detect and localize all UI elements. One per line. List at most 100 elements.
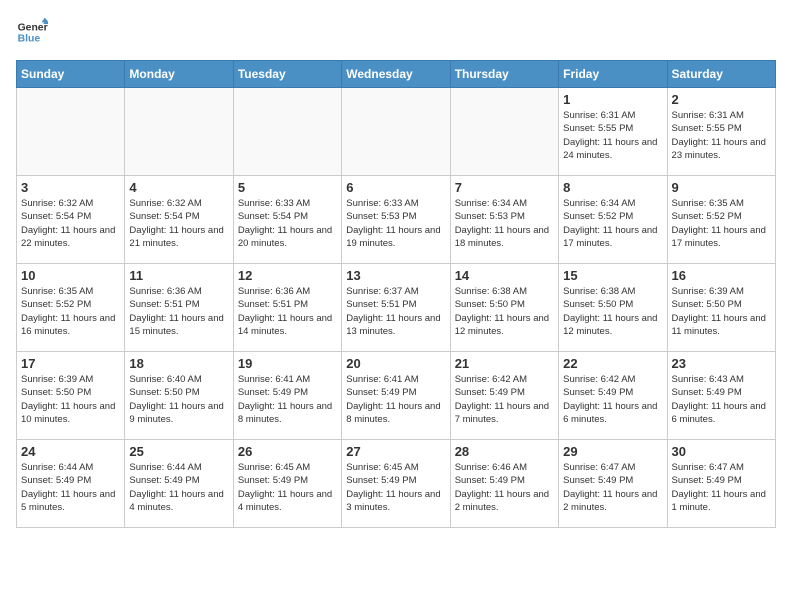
- calendar-week-row: 3 Sunrise: 6:32 AM Sunset: 5:54 PM Daylig…: [17, 176, 776, 264]
- day-info: Sunrise: 6:33 AM Sunset: 5:53 PM Dayligh…: [346, 197, 445, 250]
- calendar-day-cell: 18 Sunrise: 6:40 AM Sunset: 5:50 PM Dayli…: [125, 352, 233, 440]
- day-info: Sunrise: 6:38 AM Sunset: 5:50 PM Dayligh…: [455, 285, 554, 338]
- calendar-day-cell: [450, 88, 558, 176]
- day-number: 1: [563, 92, 662, 107]
- day-info: Sunrise: 6:44 AM Sunset: 5:49 PM Dayligh…: [21, 461, 120, 514]
- day-info: Sunrise: 6:39 AM Sunset: 5:50 PM Dayligh…: [21, 373, 120, 426]
- calendar-day-cell: [342, 88, 450, 176]
- calendar-day-cell: [125, 88, 233, 176]
- day-number: 9: [672, 180, 771, 195]
- day-number: 8: [563, 180, 662, 195]
- day-number: 2: [672, 92, 771, 107]
- calendar-day-cell: 19 Sunrise: 6:41 AM Sunset: 5:49 PM Dayli…: [233, 352, 341, 440]
- calendar-day-cell: 23 Sunrise: 6:43 AM Sunset: 5:49 PM Dayli…: [667, 352, 775, 440]
- calendar-day-cell: 14 Sunrise: 6:38 AM Sunset: 5:50 PM Dayli…: [450, 264, 558, 352]
- day-of-week-header: Monday: [125, 61, 233, 88]
- day-info: Sunrise: 6:32 AM Sunset: 5:54 PM Dayligh…: [21, 197, 120, 250]
- day-info: Sunrise: 6:32 AM Sunset: 5:54 PM Dayligh…: [129, 197, 228, 250]
- calendar-day-cell: 12 Sunrise: 6:36 AM Sunset: 5:51 PM Dayli…: [233, 264, 341, 352]
- day-info: Sunrise: 6:34 AM Sunset: 5:52 PM Dayligh…: [563, 197, 662, 250]
- calendar-day-cell: 2Sunrise: 6:31 AM Sunset: 5:55 PM Daylig…: [667, 88, 775, 176]
- calendar-day-cell: [233, 88, 341, 176]
- day-number: 17: [21, 356, 120, 371]
- day-number: 30: [672, 444, 771, 459]
- day-info: Sunrise: 6:36 AM Sunset: 5:51 PM Dayligh…: [129, 285, 228, 338]
- calendar-day-cell: 28 Sunrise: 6:46 AM Sunset: 5:49 PM Dayli…: [450, 440, 558, 528]
- day-info: Sunrise: 6:37 AM Sunset: 5:51 PM Dayligh…: [346, 285, 445, 338]
- day-info: Sunrise: 6:33 AM Sunset: 5:54 PM Dayligh…: [238, 197, 337, 250]
- day-number: 23: [672, 356, 771, 371]
- calendar-week-row: 17 Sunrise: 6:39 AM Sunset: 5:50 PM Dayli…: [17, 352, 776, 440]
- day-info: Sunrise: 6:36 AM Sunset: 5:51 PM Dayligh…: [238, 285, 337, 338]
- day-number: 12: [238, 268, 337, 283]
- day-of-week-header: Friday: [559, 61, 667, 88]
- calendar-day-cell: 3 Sunrise: 6:32 AM Sunset: 5:54 PM Daylig…: [17, 176, 125, 264]
- calendar-day-cell: 9 Sunrise: 6:35 AM Sunset: 5:52 PM Daylig…: [667, 176, 775, 264]
- calendar-day-cell: 16Sunrise: 6:39 AM Sunset: 5:50 PM Dayli…: [667, 264, 775, 352]
- day-number: 18: [129, 356, 228, 371]
- calendar-day-cell: 24 Sunrise: 6:44 AM Sunset: 5:49 PM Dayli…: [17, 440, 125, 528]
- day-of-week-header: Tuesday: [233, 61, 341, 88]
- day-number: 24: [21, 444, 120, 459]
- day-of-week-header: Thursday: [450, 61, 558, 88]
- calendar-day-cell: 30Sunrise: 6:47 AM Sunset: 5:49 PM Dayli…: [667, 440, 775, 528]
- day-info: Sunrise: 6:41 AM Sunset: 5:49 PM Dayligh…: [238, 373, 337, 426]
- day-info: Sunrise: 6:42 AM Sunset: 5:49 PM Dayligh…: [455, 373, 554, 426]
- calendar-table: SundayMondayTuesdayWednesdayThursdayFrid…: [16, 60, 776, 528]
- calendar-day-cell: 20 Sunrise: 6:41 AM Sunset: 5:49 PM Dayli…: [342, 352, 450, 440]
- logo: General Blue: [16, 16, 52, 48]
- page-header: General Blue: [16, 16, 776, 48]
- calendar-day-cell: 6 Sunrise: 6:33 AM Sunset: 5:53 PM Daylig…: [342, 176, 450, 264]
- day-info: Sunrise: 6:41 AM Sunset: 5:49 PM Dayligh…: [346, 373, 445, 426]
- calendar-header-row: SundayMondayTuesdayWednesdayThursdayFrid…: [17, 61, 776, 88]
- calendar-day-cell: 8 Sunrise: 6:34 AM Sunset: 5:52 PM Daylig…: [559, 176, 667, 264]
- calendar-day-cell: 1 Sunrise: 6:31 AM Sunset: 5:55 PM Daylig…: [559, 88, 667, 176]
- day-number: 15: [563, 268, 662, 283]
- day-info: Sunrise: 6:45 AM Sunset: 5:49 PM Dayligh…: [238, 461, 337, 514]
- calendar-day-cell: 21 Sunrise: 6:42 AM Sunset: 5:49 PM Dayli…: [450, 352, 558, 440]
- day-info: Sunrise: 6:45 AM Sunset: 5:49 PM Dayligh…: [346, 461, 445, 514]
- day-number: 25: [129, 444, 228, 459]
- calendar-day-cell: 13 Sunrise: 6:37 AM Sunset: 5:51 PM Dayli…: [342, 264, 450, 352]
- calendar-day-cell: 29Sunrise: 6:47 AM Sunset: 5:49 PM Dayli…: [559, 440, 667, 528]
- day-info: Sunrise: 6:35 AM Sunset: 5:52 PM Dayligh…: [672, 197, 771, 250]
- day-number: 5: [238, 180, 337, 195]
- day-info: Sunrise: 6:31 AM Sunset: 5:55 PM Dayligh…: [563, 109, 662, 162]
- calendar-day-cell: 15 Sunrise: 6:38 AM Sunset: 5:50 PM Dayli…: [559, 264, 667, 352]
- day-info: Sunrise: 6:40 AM Sunset: 5:50 PM Dayligh…: [129, 373, 228, 426]
- day-info: Sunrise: 6:38 AM Sunset: 5:50 PM Dayligh…: [563, 285, 662, 338]
- day-info: Sunrise: 6:46 AM Sunset: 5:49 PM Dayligh…: [455, 461, 554, 514]
- calendar-week-row: 10 Sunrise: 6:35 AM Sunset: 5:52 PM Dayli…: [17, 264, 776, 352]
- day-number: 7: [455, 180, 554, 195]
- day-number: 3: [21, 180, 120, 195]
- day-number: 14: [455, 268, 554, 283]
- calendar-day-cell: 10 Sunrise: 6:35 AM Sunset: 5:52 PM Dayli…: [17, 264, 125, 352]
- day-number: 27: [346, 444, 445, 459]
- calendar-day-cell: 7Sunrise: 6:34 AM Sunset: 5:53 PM Daylig…: [450, 176, 558, 264]
- day-number: 13: [346, 268, 445, 283]
- day-info: Sunrise: 6:35 AM Sunset: 5:52 PM Dayligh…: [21, 285, 120, 338]
- day-info: Sunrise: 6:43 AM Sunset: 5:49 PM Dayligh…: [672, 373, 771, 426]
- calendar-day-cell: 11Sunrise: 6:36 AM Sunset: 5:51 PM Dayli…: [125, 264, 233, 352]
- calendar-week-row: 1 Sunrise: 6:31 AM Sunset: 5:55 PM Daylig…: [17, 88, 776, 176]
- day-number: 19: [238, 356, 337, 371]
- logo-icon: General Blue: [16, 16, 48, 48]
- day-of-week-header: Saturday: [667, 61, 775, 88]
- day-number: 22: [563, 356, 662, 371]
- calendar-day-cell: 27 Sunrise: 6:45 AM Sunset: 5:49 PM Dayli…: [342, 440, 450, 528]
- day-info: Sunrise: 6:44 AM Sunset: 5:49 PM Dayligh…: [129, 461, 228, 514]
- calendar-day-cell: 4Sunrise: 6:32 AM Sunset: 5:54 PM Daylig…: [125, 176, 233, 264]
- day-number: 28: [455, 444, 554, 459]
- calendar-day-cell: 17 Sunrise: 6:39 AM Sunset: 5:50 PM Dayli…: [17, 352, 125, 440]
- day-number: 10: [21, 268, 120, 283]
- calendar-day-cell: 26 Sunrise: 6:45 AM Sunset: 5:49 PM Dayli…: [233, 440, 341, 528]
- day-number: 20: [346, 356, 445, 371]
- day-number: 6: [346, 180, 445, 195]
- calendar-day-cell: 22 Sunrise: 6:42 AM Sunset: 5:49 PM Dayli…: [559, 352, 667, 440]
- calendar-day-cell: [17, 88, 125, 176]
- calendar-day-cell: 5 Sunrise: 6:33 AM Sunset: 5:54 PM Daylig…: [233, 176, 341, 264]
- day-info: Sunrise: 6:47 AM Sunset: 5:49 PM Dayligh…: [563, 461, 662, 514]
- day-number: 21: [455, 356, 554, 371]
- day-info: Sunrise: 6:42 AM Sunset: 5:49 PM Dayligh…: [563, 373, 662, 426]
- day-number: 26: [238, 444, 337, 459]
